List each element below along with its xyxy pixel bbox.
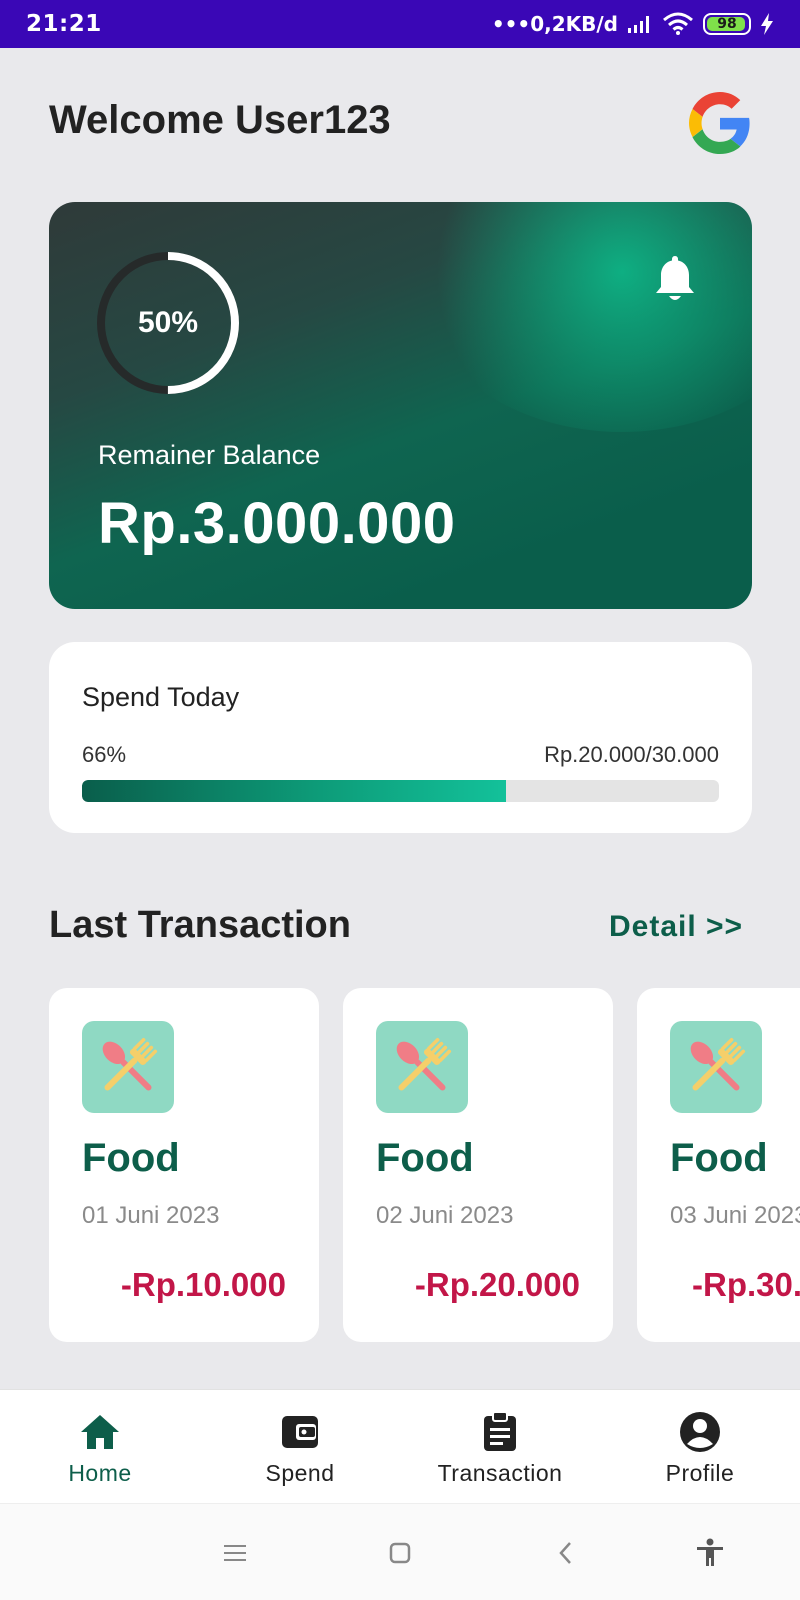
- transaction-category: Food: [670, 1136, 768, 1180]
- wifi-icon: [663, 12, 693, 35]
- accessibility-icon[interactable]: [693, 1536, 727, 1570]
- balance-label: Remainer Balance: [98, 440, 321, 470]
- spend-progress-fill: [82, 780, 507, 802]
- utensils-icon: [670, 1021, 762, 1113]
- transaction-amount: -Rp.20.000: [414, 1266, 580, 1303]
- battery-level: 98: [717, 16, 737, 32]
- clipboard-icon: [484, 1411, 516, 1451]
- transaction-date: 03 Juni 2023: [670, 1202, 800, 1229]
- nav-item-spend[interactable]: Spend: [200, 1390, 400, 1503]
- utensils-icon: [376, 1021, 468, 1113]
- nav-item-profile[interactable]: Profile: [600, 1390, 800, 1503]
- transaction-date: 02 Juni 2023: [376, 1202, 514, 1229]
- battery-icon: 98: [703, 13, 751, 35]
- transaction-amount: -Rp.30.000: [692, 1266, 800, 1303]
- bell-icon[interactable]: [653, 254, 697, 304]
- transaction-card[interactable]: Food 02 Juni 2023 -Rp.20.000: [343, 988, 613, 1342]
- profile-icon: [680, 1412, 720, 1452]
- status-icons: •••0,2KB/d 98: [492, 12, 774, 36]
- transaction-category: Food: [82, 1136, 180, 1180]
- transaction-date: 01 Juni 2023: [82, 1202, 220, 1229]
- wallet-icon: [282, 1416, 318, 1448]
- spend-today-amount: Rp.20.000/30.000: [544, 742, 719, 767]
- utensils-icon: [82, 1021, 174, 1113]
- home-icon: [81, 1415, 119, 1449]
- home-square-icon[interactable]: [383, 1536, 417, 1570]
- nav-label: Spend: [265, 1460, 335, 1486]
- system-nav-bar: [0, 1503, 800, 1600]
- nav-label: Transaction: [437, 1460, 563, 1486]
- nav-label: Home: [68, 1460, 132, 1486]
- nav-item-transaction[interactable]: Transaction: [400, 1390, 600, 1503]
- spend-progress-track: [82, 780, 719, 802]
- network-speed: •••0,2KB/d: [491, 12, 618, 36]
- transaction-card[interactable]: Food 01 Juni 2023 -Rp.10.000: [49, 988, 319, 1342]
- transaction-category: Food: [376, 1136, 474, 1180]
- balance-progress-label: 50%: [137, 306, 199, 339]
- status-time: 21:21: [26, 11, 102, 37]
- signal-icon: [628, 16, 649, 33]
- spend-today-percent: 66%: [82, 742, 127, 767]
- transaction-card[interactable]: Food 03 Juni 2023 -Rp.30.000: [637, 988, 800, 1342]
- last-transaction-title: Last Transaction: [49, 904, 351, 946]
- charging-icon: [761, 13, 773, 35]
- nav-label: Profile: [665, 1460, 735, 1486]
- detail-link[interactable]: Detail >>: [609, 910, 743, 944]
- google-logo[interactable]: [689, 92, 751, 154]
- status-bar: 21:21 •••0,2KB/d 98: [0, 0, 800, 48]
- welcome-title: Welcome User123: [49, 98, 391, 142]
- spend-today-card[interactable]: Spend Today 66% Rp.20.000/30.000: [49, 642, 752, 833]
- menu-icon[interactable]: [218, 1536, 252, 1570]
- transaction-amount: -Rp.10.000: [120, 1266, 286, 1303]
- back-icon[interactable]: [550, 1536, 584, 1570]
- bottom-nav: Home Spend Transaction Profile: [0, 1389, 800, 1503]
- balance-card[interactable]: 50% Remainer Balance Rp.3.000.000: [49, 202, 752, 609]
- nav-item-home[interactable]: Home: [0, 1390, 200, 1503]
- balance-amount: Rp.3.000.000: [98, 491, 456, 556]
- spend-today-title: Spend Today: [82, 682, 240, 712]
